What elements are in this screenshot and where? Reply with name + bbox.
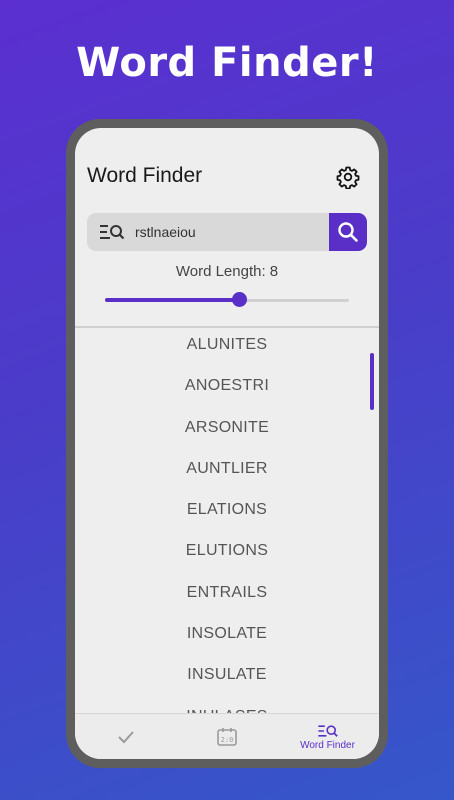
list-search-icon [100,225,125,240]
nav-item-solver[interactable] [75,714,176,759]
search-button[interactable] [329,213,367,251]
word-list-item[interactable]: ELATIONS [75,493,379,534]
scrollbar-thumb[interactable] [370,353,374,410]
word-search-icon [317,725,338,737]
word-length-label: Word Length: 8 [175,263,279,280]
settings-button[interactable] [333,162,363,192]
app-title: Word Finder [87,164,203,187]
word-list-item[interactable]: AUNTLIER [75,452,379,493]
word-list-item[interactable]: INULASES [75,700,379,713]
promo-headline: Word Finder! [76,40,378,86]
check-icon [117,731,134,744]
word-length-slider[interactable] [105,292,349,308]
word-list-item[interactable]: INSULATE [75,658,379,699]
scoreboard-icon: 2:0 [216,728,237,746]
app-screen: Word Finder Word Length: 8 ALUNITESANOES… [75,128,379,759]
nav-item-scoreboard[interactable]: 2:0 [176,714,277,759]
word-list-item[interactable]: ANOESTRI [75,369,379,410]
word-list[interactable]: ALUNITES ANOESTRI ARSONITE AUNTLIER ELATIONS… [75,328,379,713]
nav-item-word-finder[interactable]: Word Finder [277,714,378,759]
nav-label-word-finder: Word Finder [300,740,355,751]
word-list-item[interactable]: ALUNITES [75,328,379,369]
gear-icon [336,166,360,189]
word-list-item[interactable]: INSOLATE [75,617,379,658]
search-bar [87,213,367,251]
slider-thumb[interactable] [232,292,248,307]
bottom-nav: 2:0 Word Finder [75,713,379,759]
slider-fill [105,298,240,302]
word-list-item[interactable]: ARSONITE [75,411,379,452]
word-list-item[interactable]: ELUTIONS [75,534,379,575]
word-list-item[interactable]: ENTRAILS [75,576,379,617]
letters-input[interactable] [135,213,315,251]
search-icon [338,222,358,242]
svg-text:2:0: 2:0 [220,736,233,744]
